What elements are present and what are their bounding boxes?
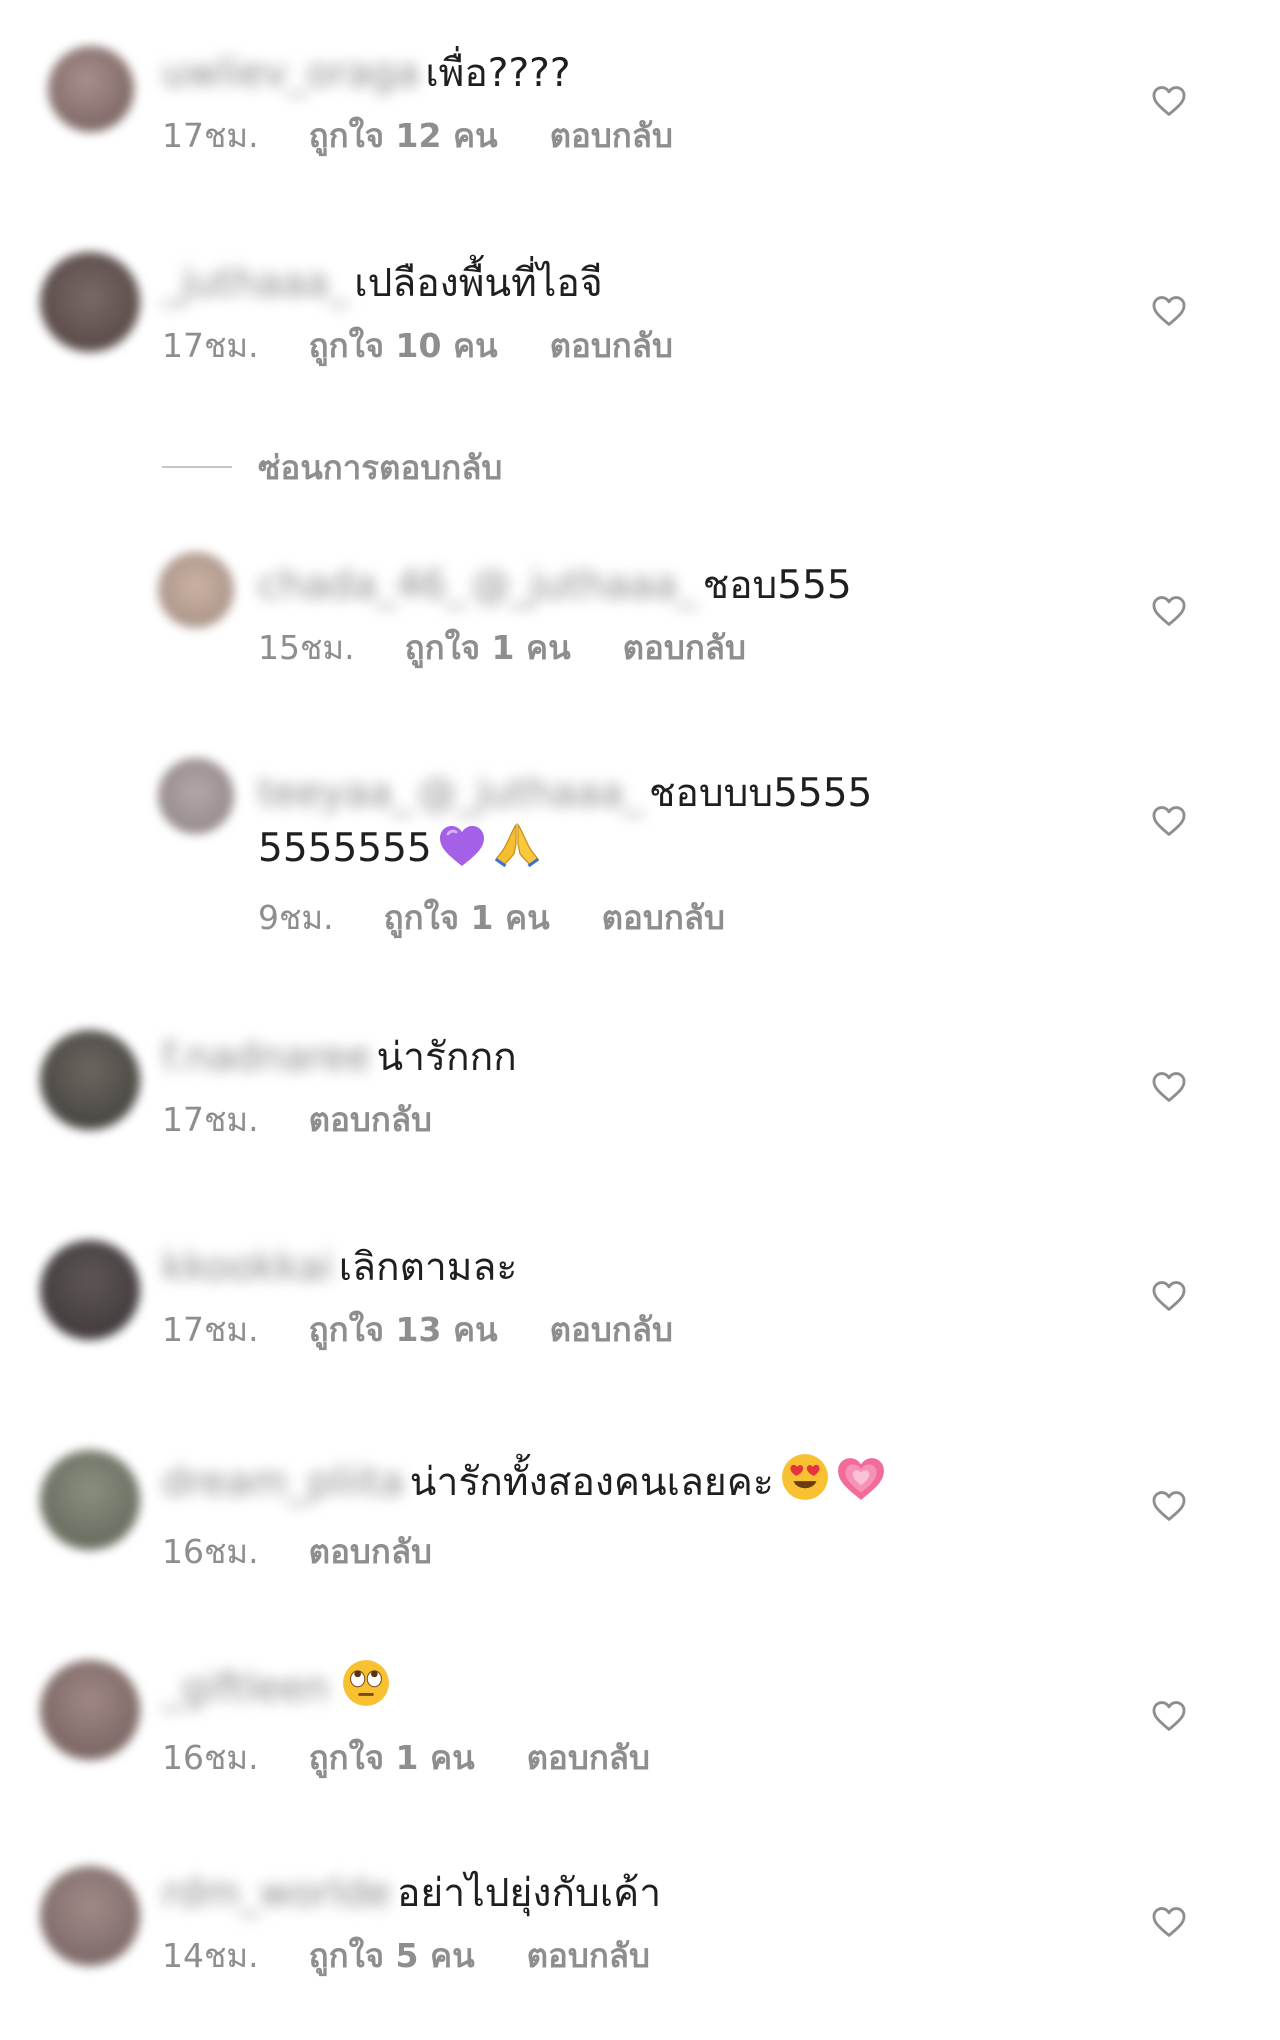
avatar[interactable]	[40, 1240, 140, 1340]
heart-icon[interactable]	[1150, 292, 1188, 330]
growing-heart-icon	[836, 1456, 886, 1516]
comment-text: น่ารักทั้งสองคนเลยคะ	[409, 1460, 774, 1505]
comment-likes[interactable]: ถูกใจ 1 คน	[309, 1736, 475, 1780]
comment-text: ชอบ555	[702, 563, 852, 608]
comment-username[interactable]: chada_46_	[258, 560, 465, 612]
heart-icon[interactable]	[1150, 1903, 1188, 1941]
avatar[interactable]	[40, 1450, 140, 1550]
comment-likes[interactable]: ถูกใจ 10 คน	[309, 324, 498, 368]
comment-likes[interactable]: ถูกใจ 1 คน	[405, 626, 571, 670]
reply-button[interactable]: ตอบกลับ	[550, 114, 673, 158]
comment-time: 17ชม.	[162, 1100, 259, 1139]
reply-button[interactable]: ตอบกลับ	[602, 896, 725, 940]
avatar[interactable]	[158, 758, 234, 834]
comment-username[interactable]: _juthaaa_	[162, 258, 348, 310]
comment-mention[interactable]: @_juthaaa_	[418, 768, 643, 820]
reply-button[interactable]: ตอบกลับ	[550, 1308, 673, 1352]
folded-hands-icon	[492, 820, 542, 882]
comment-likes[interactable]: ถูกใจ 12 คน	[309, 114, 498, 158]
reply-button[interactable]: ตอบกลับ	[527, 1934, 650, 1978]
avatar[interactable]	[40, 1660, 140, 1760]
comment-likes[interactable]: ถูกใจ 5 คน	[309, 1934, 475, 1978]
reply-button[interactable]: ตอบกลับ	[309, 1530, 432, 1574]
hide-replies-button[interactable]: ซ่อนการตอบกลับ	[162, 445, 502, 489]
heart-icon[interactable]	[1150, 1487, 1188, 1525]
heart-icon[interactable]	[1150, 802, 1188, 840]
reply-button[interactable]: ตอบกลับ	[550, 324, 673, 368]
heart-icon[interactable]	[1150, 1697, 1188, 1735]
rolling-eyes-icon	[341, 1658, 391, 1722]
avatar[interactable]	[158, 552, 234, 628]
comment-text: เปลืองพื้นที่ไอจี	[354, 261, 603, 306]
divider	[162, 466, 232, 468]
reply-button[interactable]: ตอบกลับ	[309, 1098, 432, 1142]
avatar[interactable]	[40, 1030, 140, 1130]
avatar[interactable]	[40, 1866, 140, 1966]
comment-text: เลิกตามละ	[338, 1245, 518, 1290]
comment-likes[interactable]: ถูกใจ 1 คน	[384, 896, 550, 940]
avatar[interactable]	[48, 46, 134, 132]
comment-time: 16ชม.	[162, 1738, 259, 1777]
purple-heart-icon	[438, 824, 486, 882]
reply-button[interactable]: ตอบกลับ	[527, 1736, 650, 1780]
comment-mention[interactable]: @_juthaaa_	[471, 560, 696, 612]
comment-time: 15ชม.	[258, 628, 355, 667]
comment-username[interactable]: uwliev_oraga	[162, 48, 419, 100]
comment-text: อย่าไปยุ่งกับเค้า	[396, 1871, 662, 1916]
comment-time: 9ชม.	[258, 898, 334, 937]
comment-text: เพื่อ????	[425, 51, 571, 96]
comment-username[interactable]: f.nadnaree	[162, 1032, 370, 1084]
comment-username[interactable]: dream_pliita	[162, 1457, 404, 1509]
heart-icon[interactable]	[1150, 1068, 1188, 1106]
comment-time: 17ชม.	[162, 326, 259, 365]
comment-time: 17ชม.	[162, 1310, 259, 1349]
comment-time: 17ชม.	[162, 116, 259, 155]
comment-username[interactable]: rdm_worlde	[162, 1868, 391, 1920]
comment-username[interactable]: kkookkai	[162, 1242, 333, 1294]
hide-replies-label: ซ่อนการตอบกลับ	[258, 447, 503, 487]
reply-button[interactable]: ตอบกลับ	[623, 626, 746, 670]
comment-time: 16ชม.	[162, 1532, 259, 1571]
heart-icon[interactable]	[1150, 1277, 1188, 1315]
heart-icon[interactable]	[1150, 592, 1188, 630]
comment-username[interactable]: teeyaa_	[258, 768, 412, 820]
comment-username[interactable]: _giftleen	[162, 1663, 329, 1715]
comment-text: น่ารักกก	[376, 1035, 517, 1080]
comment-likes[interactable]: ถูกใจ 13 คน	[309, 1308, 498, 1352]
heart-eyes-icon	[780, 1452, 830, 1516]
comment-time: 14ชม.	[162, 1936, 259, 1975]
heart-icon[interactable]	[1150, 82, 1188, 120]
avatar[interactable]	[40, 252, 140, 352]
